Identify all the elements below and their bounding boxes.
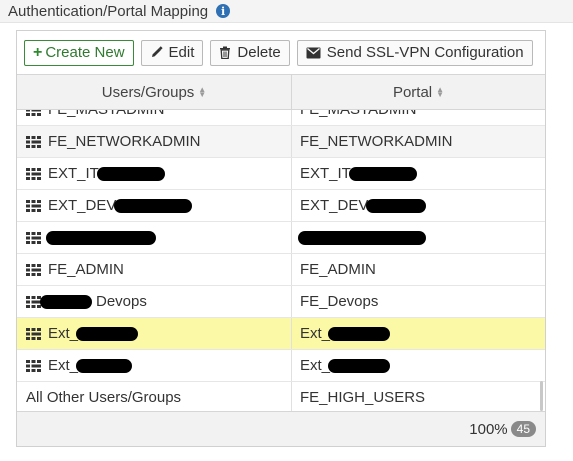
portal-text: FE_Devops (300, 293, 379, 310)
portal-cell: Ext_ (292, 318, 545, 349)
table-row[interactable]: FE_NETWORKADMIN FE_NETWORKADMIN (17, 126, 545, 158)
redaction-mark (366, 198, 427, 213)
users-groups-text: EXT_DEV (48, 197, 117, 214)
group-icon (26, 295, 41, 308)
section-header: Authentication/Portal Mapping i (0, 0, 573, 23)
users-groups-cell: EXT_DEV (17, 190, 292, 221)
create-new-button[interactable]: + Create New (24, 39, 134, 66)
redaction-mark (46, 230, 156, 245)
users-groups-cell: Ext_ (17, 350, 292, 381)
users-groups-cell: FE_NETWORKADMIN (17, 126, 292, 157)
portal-text: EXT_DEV (300, 197, 369, 214)
mapping-panel: + Create New Edit Delete Send SSL-VPN Co… (16, 30, 546, 447)
table-row[interactable]: FE_MASTADMIN FE_MASTADMIN (17, 110, 545, 126)
group-icon (26, 199, 41, 212)
column-header-users-groups[interactable]: Users/Groups ▲ ▼ (17, 75, 292, 109)
portal-text: Ext_ (300, 357, 331, 374)
group-icon (26, 327, 41, 340)
portal-text: FE_NETWORKADMIN (300, 133, 453, 150)
portal-cell: FE_HIGH_USERS (292, 382, 545, 411)
users-groups-cell: EXT_IT (17, 158, 292, 189)
send-ssl-vpn-button[interactable]: Send SSL-VPN Configuration (296, 39, 533, 66)
portal-text: FE_ADMIN (300, 261, 376, 278)
table-body: FE_MASTADMINFE_MASTADMINFE_NETWORKADMINF… (17, 110, 545, 411)
portal-cell: Ext_ (292, 350, 545, 381)
group-icon (26, 263, 41, 276)
envelope-icon (306, 47, 321, 59)
redaction-mark (328, 358, 391, 373)
table-row[interactable]: EXT_DEV EXT_DEV (17, 190, 545, 222)
users-groups-cell: Devops (17, 286, 292, 317)
portal-cell: FE_Devops (292, 286, 545, 317)
portal-cell (292, 222, 545, 253)
table-row[interactable]: Devops FE_Devops (17, 286, 545, 318)
group-icon (26, 135, 41, 148)
redaction-mark (40, 294, 92, 309)
redaction-mark (96, 166, 165, 181)
table-footer: 100% 45 (17, 411, 545, 446)
count-badge: 45 (510, 421, 536, 437)
edit-button[interactable]: Edit (140, 39, 204, 66)
table-row[interactable]: All Other Users/Groups FE_HIGH_USERS (17, 382, 545, 411)
toolbar: + Create New Edit Delete Send SSL-VPN Co… (17, 31, 545, 74)
section-title: Authentication/Portal Mapping (8, 2, 209, 20)
pencil-icon (150, 46, 163, 59)
table-row[interactable]: Ext_ Ext_ (17, 318, 545, 350)
scrollbar[interactable] (540, 381, 543, 411)
group-icon (26, 359, 41, 372)
redaction-mark (298, 230, 426, 245)
column-header-label: Users/Groups (101, 83, 195, 101)
sort-icon: ▲ ▼ (436, 85, 445, 99)
table-header: Users/Groups ▲ ▼ Portal ▲ ▼ (17, 74, 545, 110)
trash-icon (219, 46, 231, 59)
table-row[interactable]: FE_ADMIN FE_ADMIN (17, 254, 545, 286)
column-header-portal[interactable]: Portal ▲ ▼ (292, 75, 545, 109)
users-groups-text: EXT_IT (48, 165, 99, 182)
sort-icon: ▲ ▼ (198, 85, 207, 99)
group-icon (26, 110, 41, 116)
portal-cell: EXT_DEV (292, 190, 545, 221)
send-ssl-vpn-label: Send SSL-VPN Configuration (326, 44, 524, 61)
redaction-mark (328, 326, 391, 341)
users-groups-text: Ext_ (48, 357, 79, 374)
users-groups-text: FE_NETWORKADMIN (48, 133, 201, 150)
users-groups-text: Devops (96, 293, 147, 310)
redaction-mark (114, 198, 193, 213)
plus-icon: + (33, 43, 43, 61)
users-groups-text: Ext_ (48, 325, 79, 342)
table-row[interactable]: EXT_IT EXT_IT (17, 158, 545, 190)
users-groups-cell: Ext_ (17, 318, 292, 349)
zoom-level: 100% (469, 420, 508, 438)
portal-text: Ext_ (300, 325, 331, 342)
users-groups-cell: FE_MASTADMIN (17, 110, 292, 125)
users-groups-cell (17, 222, 292, 253)
create-new-label: Create New (45, 44, 125, 61)
redaction-mark (76, 358, 133, 373)
table-row[interactable] (17, 222, 545, 254)
redaction-mark (76, 326, 139, 341)
edit-label: Edit (168, 44, 195, 61)
portal-text: FE_HIGH_USERS (300, 389, 426, 406)
users-groups-cell: FE_ADMIN (17, 254, 292, 285)
column-header-label: Portal (392, 83, 433, 101)
group-icon (26, 231, 41, 244)
table-row[interactable]: Ext_ Ext_ (17, 350, 545, 382)
portal-cell: FE_NETWORKADMIN (292, 126, 545, 157)
portal-cell: FE_MASTADMIN (292, 110, 545, 125)
users-groups-text: All Other Users/Groups (26, 389, 182, 406)
portal-text: FE_MASTADMIN (300, 110, 416, 118)
delete-button[interactable]: Delete (210, 39, 290, 66)
users-groups-text: FE_MASTADMIN (48, 110, 164, 118)
portal-text: EXT_IT (300, 165, 351, 182)
info-icon[interactable]: i (216, 4, 231, 18)
group-icon (26, 167, 41, 180)
delete-label: Delete (237, 44, 281, 61)
users-groups-text: FE_ADMIN (48, 261, 124, 278)
portal-cell: EXT_IT (292, 158, 545, 189)
users-groups-cell: All Other Users/Groups (17, 382, 292, 411)
portal-cell: FE_ADMIN (292, 254, 545, 285)
redaction-mark (348, 166, 417, 181)
